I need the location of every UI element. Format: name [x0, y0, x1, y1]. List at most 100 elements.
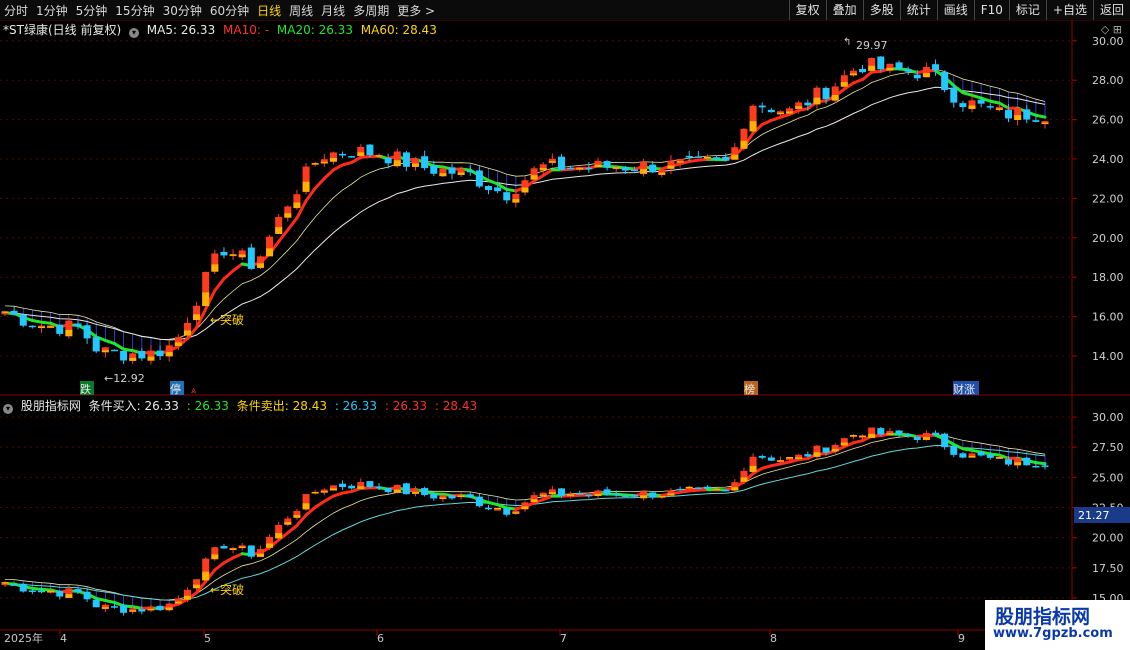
fast-ma-segment — [258, 546, 272, 555]
candle-body — [995, 106, 1003, 110]
overlay-button[interactable]: 叠加 — [825, 0, 863, 20]
candle-body-grad — [357, 486, 365, 490]
candle-body — [193, 579, 201, 589]
expand-icon[interactable]: ⊞ — [1113, 23, 1122, 36]
sub-y-tick: 20.00 — [1092, 532, 1124, 545]
candle-body — [840, 438, 848, 446]
main-y-tick: 26.00 — [1092, 114, 1124, 127]
tab-30min[interactable]: 30分钟 — [163, 2, 202, 19]
candle-body — [357, 482, 365, 490]
sub-y-tick: 22.50 — [1092, 502, 1124, 515]
candle-body — [548, 489, 556, 495]
tab-60min[interactable]: 60分钟 — [210, 2, 249, 19]
fast-ma-segment — [988, 452, 1001, 457]
candle-body-grad — [457, 172, 465, 175]
candle-body — [630, 169, 638, 172]
fast-ma-segment — [432, 164, 445, 169]
candle-body — [822, 87, 830, 100]
candle-body — [932, 64, 940, 71]
fast-ma-segment — [195, 307, 208, 330]
candle-body — [576, 493, 584, 495]
fast-ma-segment — [295, 199, 308, 220]
main-y-tick: 20.00 — [1092, 232, 1124, 245]
candle-body — [731, 482, 739, 491]
tab-multi-period[interactable]: 多周期 — [353, 2, 389, 19]
fast-ma-segment — [487, 178, 500, 186]
candle-body-grad — [749, 121, 757, 132]
top-toolbar: 分时 1分钟 5分钟 15分钟 30分钟 60分钟 日线 周线 月线 多周期 更… — [0, 0, 1130, 21]
add-watchlist-button[interactable]: +自选 — [1045, 0, 1093, 20]
indicator-name[interactable]: 股朋指标网 — [21, 399, 81, 413]
candle-body — [229, 547, 237, 550]
f10-button[interactable]: F10 — [973, 0, 1009, 20]
fast-ma-segment — [386, 154, 399, 161]
main-y-tick: 24.00 — [1092, 153, 1124, 166]
candle-body — [804, 102, 812, 106]
fast-ma-segment — [778, 112, 792, 119]
fast-ma-segment — [906, 433, 919, 439]
back-button[interactable]: 返回 — [1092, 0, 1130, 20]
candle-body — [193, 305, 201, 321]
fast-ma-segment — [505, 187, 518, 193]
candle-body — [831, 86, 839, 101]
draw-line-button[interactable]: 画线 — [936, 0, 974, 20]
indicator-toggle-icon[interactable]: ▾ — [3, 404, 13, 414]
slow-ma-line — [4, 86, 1046, 341]
buy-condition: 条件买入: 26.33 — [88, 399, 179, 413]
sub-cloud-band — [4, 434, 1046, 609]
tab-weekly[interactable]: 周线 — [289, 2, 313, 19]
fast-ma-segment — [696, 157, 709, 162]
candle-body-grad — [840, 442, 848, 446]
fast-ma-segment — [769, 115, 782, 122]
x-month-jun: 6 — [377, 632, 384, 645]
tab-daily[interactable]: 日线 — [257, 2, 281, 19]
fast-ma-segment — [103, 338, 116, 346]
candle-body — [183, 322, 191, 336]
tab-fenshi[interactable]: 分时 — [4, 2, 28, 19]
candle-body-grad — [147, 356, 155, 361]
candle-body — [932, 432, 940, 436]
candle-body-grad — [1, 311, 9, 313]
candle-body-grad — [393, 489, 401, 493]
candle-body — [393, 151, 401, 167]
mark-button[interactable]: 标记 — [1008, 0, 1046, 20]
multi-stock-button[interactable]: 多股 — [862, 0, 900, 20]
fast-ma-segment — [304, 505, 317, 517]
indicator-value-2: : 26.33 — [334, 399, 378, 413]
candle-body-grad — [868, 433, 876, 439]
fast-ma-segment — [523, 501, 536, 509]
candle-body — [713, 489, 721, 492]
candle-body — [758, 455, 766, 458]
fast-ma-segment — [167, 344, 180, 353]
candle-body — [813, 87, 821, 105]
candle-body — [448, 167, 456, 174]
stock-title[interactable]: *ST绿康(日线 前复权) — [3, 23, 121, 37]
tab-1min[interactable]: 1分钟 — [36, 2, 68, 19]
candle-body — [859, 69, 867, 73]
fast-ma-segment — [623, 493, 636, 498]
candle-body — [238, 250, 246, 258]
candle-body — [129, 608, 137, 612]
candle-body — [694, 487, 702, 489]
settings-toggle-icon[interactable]: ▾ — [128, 28, 139, 38]
diamond-icon[interactable]: ◇ — [1101, 23, 1109, 36]
restore-rights-button[interactable]: 复权 — [788, 0, 826, 20]
candle-body — [366, 481, 374, 487]
fast-ma-segment — [204, 568, 217, 583]
tab-15min[interactable]: 15分钟 — [115, 2, 154, 19]
candle-body — [703, 486, 711, 489]
tab-5min[interactable]: 5分钟 — [76, 2, 108, 19]
tab-more[interactable]: 更多 > — [397, 2, 435, 19]
fast-ma-segment — [541, 494, 554, 501]
candle-body — [612, 167, 620, 170]
candle-body — [320, 159, 328, 164]
tab-monthly[interactable]: 月线 — [321, 2, 345, 19]
candle-body — [37, 590, 45, 593]
candle-body — [849, 435, 857, 437]
statistics-button[interactable]: 统计 — [899, 0, 937, 20]
fast-ma-segment — [1025, 459, 1038, 465]
sub-ma-lines — [3, 432, 1047, 611]
candle-body — [1023, 109, 1031, 120]
ma10-value: MA10: - — [223, 23, 270, 37]
candle-body-grad — [548, 492, 556, 495]
